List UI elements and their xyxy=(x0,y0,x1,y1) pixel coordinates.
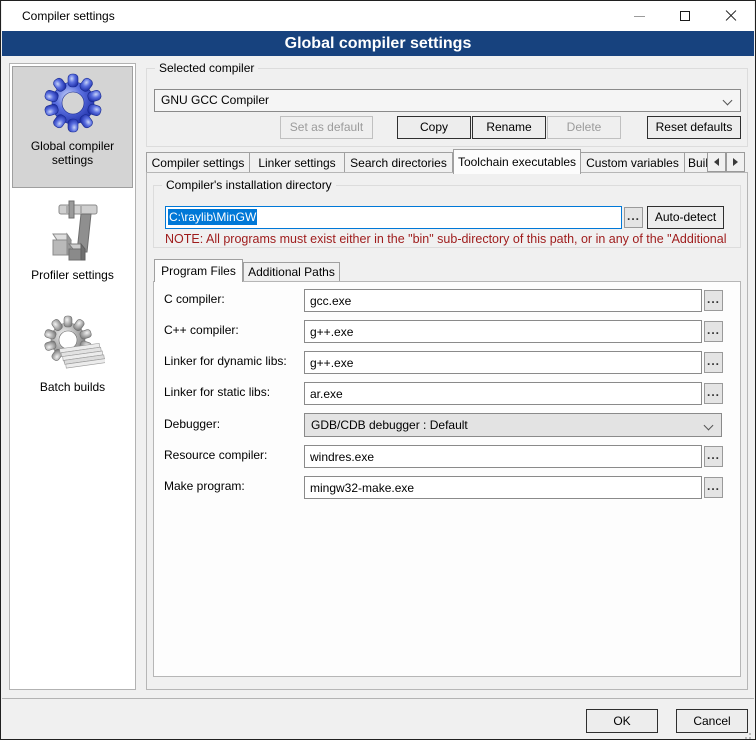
c-compiler-label: C compiler: xyxy=(164,292,225,306)
chevron-down-icon xyxy=(704,421,714,431)
tab-program-files[interactable]: Program Files xyxy=(154,259,243,282)
debugger-value: GDB/CDB debugger : Default xyxy=(311,418,468,432)
resource-compiler-input[interactable] xyxy=(304,445,702,468)
ok-button[interactable]: OK xyxy=(586,709,658,733)
make-program-label: Make program: xyxy=(164,479,245,493)
tab-additional-paths[interactable]: Additional Paths xyxy=(243,262,340,282)
selected-compiler-combobox[interactable]: GNU GCC Compiler xyxy=(154,89,741,112)
bin-subdirectory-note: NOTE: All programs must exist either in … xyxy=(165,232,742,246)
make-program-browse-button[interactable]: ... xyxy=(704,477,723,498)
window-title: Compiler settings xyxy=(22,1,115,31)
linker-dynamic-label: Linker for dynamic libs: xyxy=(164,354,287,368)
resize-grip[interactable] xyxy=(749,733,751,735)
reset-defaults-button[interactable]: Reset defaults xyxy=(647,116,741,139)
titlebar[interactable]: Compiler settings xyxy=(2,1,754,31)
tab-scroll-right-button[interactable] xyxy=(726,152,745,172)
arrow-left-icon xyxy=(714,158,719,166)
resource-compiler-browse-button[interactable]: ... xyxy=(704,446,723,467)
close-button[interactable] xyxy=(708,1,754,31)
set-as-default-button[interactable]: Set as default xyxy=(280,116,373,139)
installation-directory-group-label: Compiler's installation directory xyxy=(162,178,336,192)
sidebar-item-label: Profiler settings xyxy=(31,268,114,282)
sidebar-item-batch-builds[interactable]: Batch builds xyxy=(12,308,133,394)
debugger-label: Debugger: xyxy=(164,417,220,431)
blue-gear-icon xyxy=(41,71,105,135)
tab-search-directories[interactable]: Search directories xyxy=(345,152,453,173)
maximize-button[interactable] xyxy=(662,1,708,31)
compiler-settings-dialog: Compiler settings Global compiler settin… xyxy=(0,0,756,740)
resource-compiler-label: Resource compiler: xyxy=(164,448,267,462)
compiler-tabs: Compiler settings Linker settings Search… xyxy=(146,148,713,173)
linker-static-input[interactable] xyxy=(304,382,702,405)
footer-divider xyxy=(2,698,754,699)
arrow-right-icon xyxy=(733,158,738,166)
copy-button[interactable]: Copy xyxy=(397,116,471,139)
caliper-icon xyxy=(41,200,105,264)
page-title: Global compiler settings xyxy=(2,31,754,56)
tab-custom-variables[interactable]: Custom variables xyxy=(581,152,685,173)
tab-linker-settings[interactable]: Linker settings xyxy=(250,152,345,173)
cancel-button[interactable]: Cancel xyxy=(676,709,748,733)
linker-static-browse-button[interactable]: ... xyxy=(704,383,723,404)
settings-category-list: Global compiler settings Profiler settin… xyxy=(9,63,136,690)
tab-compiler-settings[interactable]: Compiler settings xyxy=(146,152,250,173)
rename-button[interactable]: Rename xyxy=(472,116,546,139)
chevron-down-icon xyxy=(723,96,733,106)
debugger-combobox[interactable]: GDB/CDB debugger : Default xyxy=(304,413,722,437)
sidebar-item-profiler-settings[interactable]: Profiler settings xyxy=(12,196,133,282)
tab-scroll-left-button[interactable] xyxy=(707,152,726,172)
sidebar-item-label: Global compiler settings xyxy=(13,139,132,167)
linker-static-label: Linker for static libs: xyxy=(164,385,270,399)
cpp-compiler-input[interactable] xyxy=(304,320,702,343)
sidebar-item-label: Batch builds xyxy=(40,380,105,394)
browse-directory-button[interactable]: ... xyxy=(624,207,643,228)
c-compiler-input[interactable] xyxy=(304,289,702,312)
auto-detect-button[interactable]: Auto-detect xyxy=(647,206,724,229)
sidebar-item-global-compiler-settings[interactable]: Global compiler settings xyxy=(12,66,133,188)
delete-button[interactable]: Delete xyxy=(547,116,621,139)
selected-compiler-group-label: Selected compiler xyxy=(155,61,258,75)
close-icon xyxy=(725,10,737,22)
installation-directory-value: C:\raylib\MinGW xyxy=(168,209,257,225)
linker-dynamic-input[interactable] xyxy=(304,351,702,374)
cpp-compiler-label: C++ compiler: xyxy=(164,323,239,337)
selected-compiler-value: GNU GCC Compiler xyxy=(161,93,269,107)
minimize-button[interactable] xyxy=(616,1,662,31)
gear-stack-icon xyxy=(41,312,105,376)
make-program-input[interactable] xyxy=(304,476,702,499)
linker-dynamic-browse-button[interactable]: ... xyxy=(704,352,723,373)
tab-toolchain-executables[interactable]: Toolchain executables xyxy=(453,149,581,174)
cpp-compiler-browse-button[interactable]: ... xyxy=(704,321,723,342)
c-compiler-browse-button[interactable]: ... xyxy=(704,290,723,311)
installation-directory-input[interactable]: C:\raylib\MinGW xyxy=(165,206,622,229)
maximize-icon xyxy=(680,11,690,21)
minimize-icon xyxy=(634,16,645,17)
